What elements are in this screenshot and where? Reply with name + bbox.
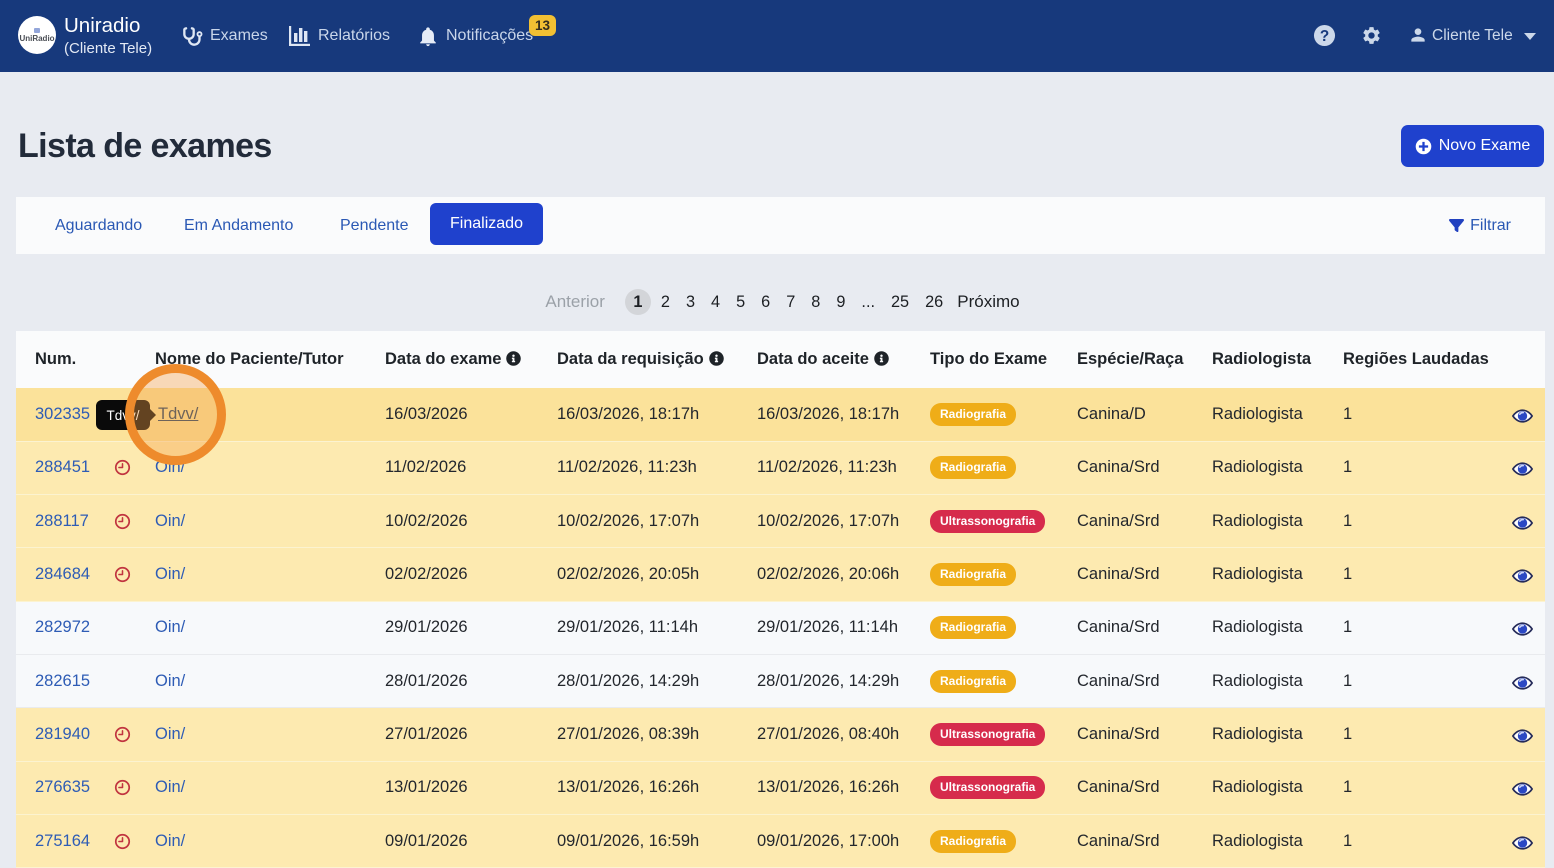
svg-text:?: ? (1320, 28, 1329, 45)
